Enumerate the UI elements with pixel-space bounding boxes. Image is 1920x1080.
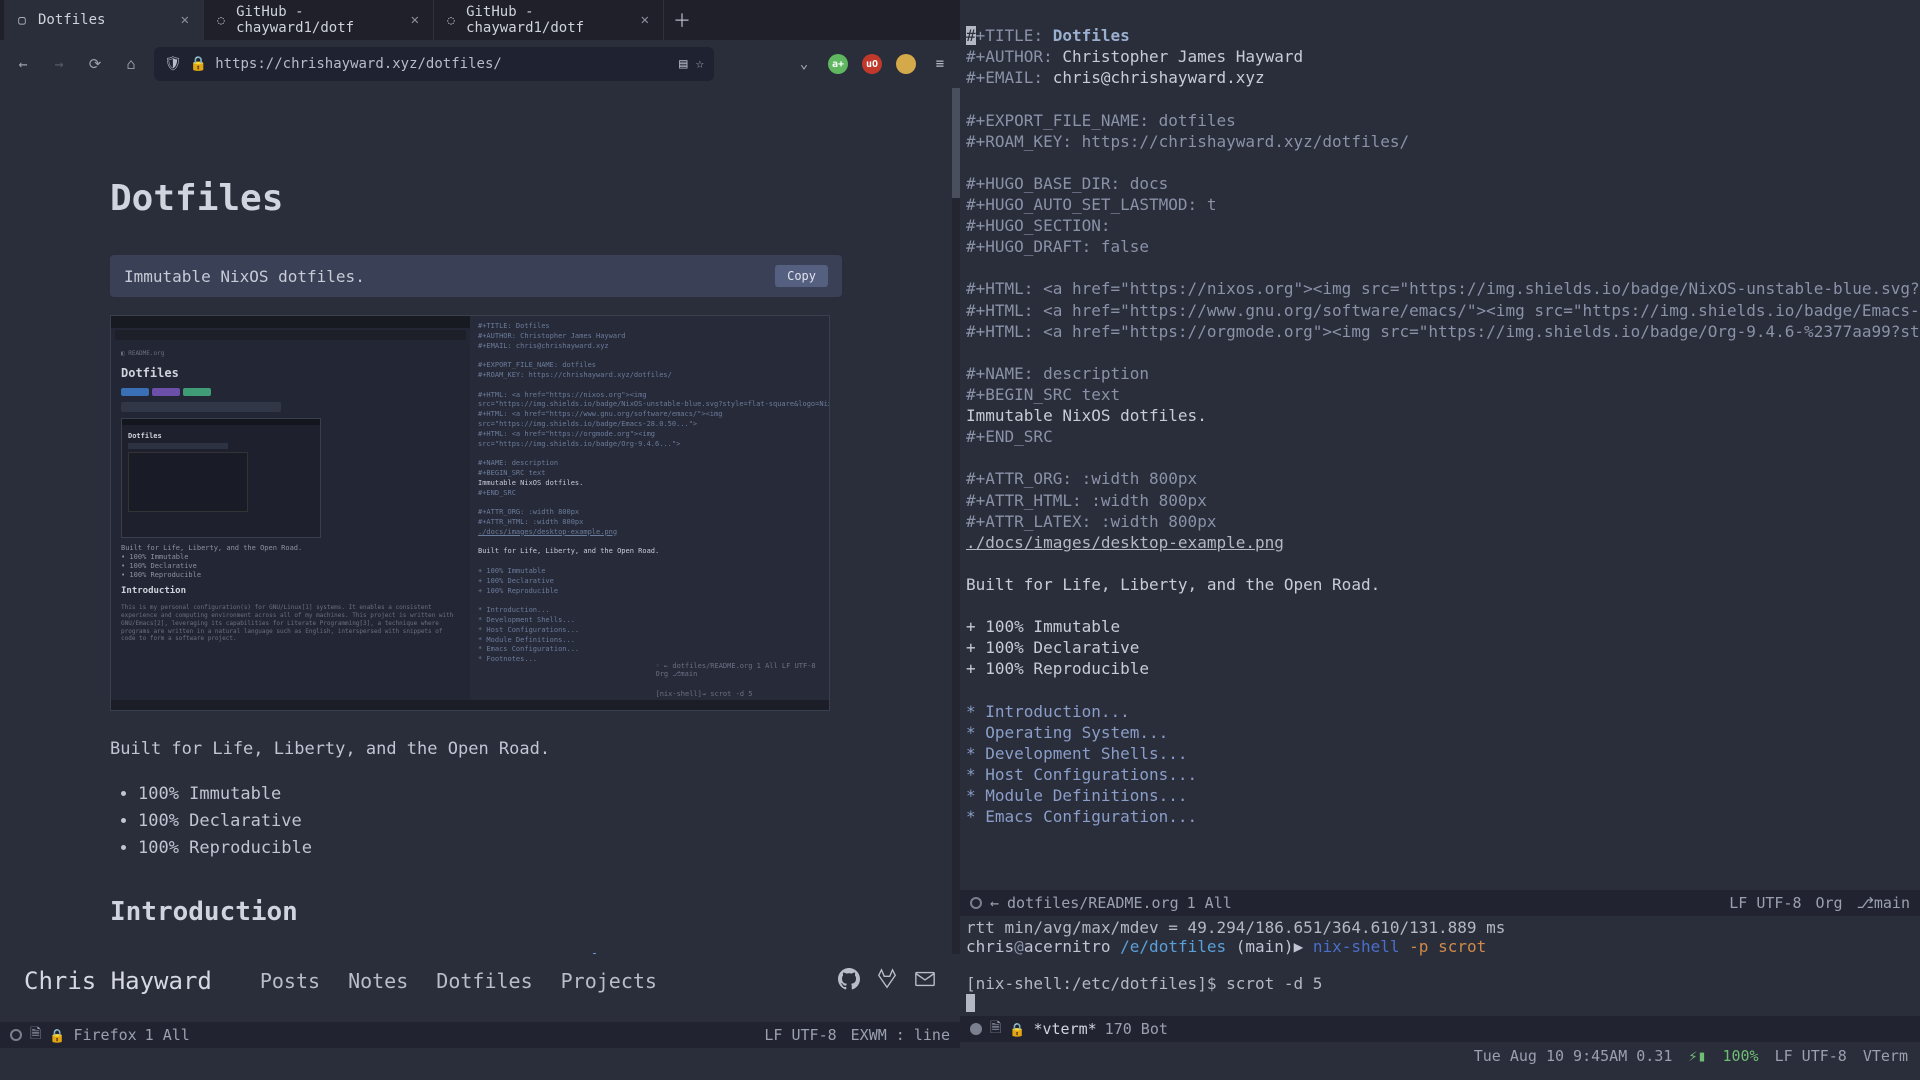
description-text: Immutable NixOS dotfiles. [124, 267, 365, 286]
home-button[interactable]: ⌂ [118, 51, 144, 77]
nav-projects[interactable]: Projects [561, 969, 657, 993]
tab-github-1[interactable]: ◌ GitHub - chayward1/dotf ✕ [204, 0, 434, 40]
mini-intro-h: Introduction [121, 586, 460, 596]
tab-dotfiles[interactable]: ▢ Dotfiles ✕ [4, 0, 204, 40]
status-datetime: Tue Aug 10 9:45AM 0.31 [1474, 1047, 1673, 1065]
modeline-buffer: Firefox [73, 1026, 136, 1044]
status-circle-filled-icon [970, 1023, 982, 1035]
browser-navbar: ← → ⟳ ⌂ 🛡 🔒 https://chrishayward.xyz/dot… [0, 40, 960, 88]
site-brand[interactable]: Chris Hayward [24, 967, 212, 995]
modeline-position: 170 Bot [1105, 1020, 1168, 1038]
new-tab-button[interactable]: ＋ [664, 0, 700, 40]
modeline-encoding: LF UTF-8 [1729, 894, 1801, 912]
battery-icon: ⚡▮ [1688, 1047, 1706, 1065]
back-button[interactable]: ← [10, 51, 36, 77]
mini-org-code: #+TITLE: Dotfiles #+AUTHOR: Christopher … [470, 316, 829, 671]
list-item: 100% Immutable [138, 781, 842, 808]
git-branch-icon: ⎇main [1857, 894, 1910, 912]
modeline-path: dotfiles/README.org [1007, 894, 1179, 912]
feature-list: 100% Immutable 100% Declarative 100% Rep… [138, 781, 842, 863]
global-statusbar: Tue Aug 10 9:45AM 0.31 ⚡▮ 100% LF UTF-8 … [960, 1043, 1920, 1069]
nav-posts[interactable]: Posts [260, 969, 320, 993]
gitlab-icon[interactable] [876, 968, 898, 995]
mail-icon[interactable] [914, 968, 936, 995]
status-encoding: LF UTF-8 [1775, 1047, 1847, 1065]
modeline-buffer: *vterm* [1033, 1020, 1096, 1038]
emacs-modeline-vterm: *vterm* 170 Bot [960, 1016, 1920, 1042]
emacs-modeline-org: ← dotfiles/README.org 1 All LF UTF-8 Org… [960, 890, 1920, 916]
vterm-output: rtt min/avg/max/mdev = 49.294/186.651/36… [966, 918, 1914, 937]
lock-icon [1009, 1020, 1025, 1038]
close-icon[interactable]: ✕ [637, 10, 653, 30]
copy-button[interactable]: Copy [775, 265, 828, 287]
modeline-mode: Org [1815, 894, 1842, 912]
scrollbar-thumb[interactable] [952, 88, 960, 198]
modeline-encoding: LF UTF-8 [764, 1026, 836, 1044]
page-scrollbar[interactable] [952, 88, 960, 976]
lock-icon: 🔒 [190, 56, 207, 72]
close-icon[interactable]: ✕ [177, 10, 193, 30]
forward-button[interactable]: → [46, 51, 72, 77]
mini-built: Built for Life, Liberty, and the Open Ro… [121, 544, 460, 553]
shield-icon: 🛡 [164, 56, 182, 72]
modeline-position: 1 All [145, 1026, 190, 1044]
tab-github-2[interactable]: ◌ GitHub - chayward1/dotf ✕ [434, 0, 664, 40]
url-bar[interactable]: 🛡 🔒 https://chrishayward.xyz/dotfiles/ ▤… [154, 47, 714, 81]
built-text: Built for Life, Liberty, and the Open Ro… [110, 739, 842, 759]
back-arrow-icon: ← [990, 894, 999, 912]
modeline-mode: EXWM : line [851, 1026, 950, 1044]
social-icons [838, 968, 936, 995]
description-box: Immutable NixOS dotfiles. Copy [110, 255, 842, 297]
right-pane-emacs: #+TITLE: Dotfiles #+AUTHOR: Christopher … [960, 0, 1920, 1080]
screenshot-image: ◧ README.org Dotfiles Dotfiles [110, 315, 830, 711]
status-circle-icon [10, 1029, 22, 1041]
github-icon: ◌ [444, 12, 458, 28]
vterm-prompt-1: chris@acernitro /e/dotfiles (main)▶ nix-… [966, 937, 1914, 956]
url-text: https://chrishayward.xyz/dotfiles/ [215, 56, 671, 72]
file-icon [30, 1023, 41, 1047]
tab-label: GitHub - chayward1/dotf [236, 4, 407, 36]
browser-tabbar: ▢ Dotfiles ✕ ◌ GitHub - chayward1/dotf ✕… [0, 0, 960, 40]
terminal-cursor [966, 994, 975, 1012]
page-content: Dotfiles Immutable NixOS dotfiles. Copy … [0, 88, 952, 976]
bookmark-star-icon[interactable]: ☆ [696, 56, 704, 72]
nav-notes[interactable]: Notes [348, 969, 408, 993]
list-item: 100% Declarative [138, 808, 842, 835]
tab-label: Dotfiles [38, 12, 105, 28]
github-icon[interactable] [838, 968, 860, 995]
org-buffer[interactable]: #+TITLE: Dotfiles #+AUTHOR: Christopher … [960, 0, 1920, 898]
tab-label: GitHub - chayward1/dotf [466, 4, 637, 36]
intro-heading: Introduction [110, 897, 842, 927]
toolbar-icons: ⌄ a+ uO ≡ [794, 54, 950, 74]
hamburger-menu-icon[interactable]: ≡ [930, 54, 950, 74]
status-battery: 100% [1722, 1047, 1758, 1065]
page-title: Dotfiles [110, 178, 842, 219]
ext-ublock-icon[interactable]: uO [862, 54, 882, 74]
close-icon[interactable]: ✕ [407, 10, 423, 30]
github-icon: ◌ [214, 12, 228, 28]
favicon-icon: ▢ [14, 12, 30, 28]
left-pane-firefox: ▢ Dotfiles ✕ ◌ GitHub - chayward1/dotf ✕… [0, 0, 960, 1048]
site-nav: Chris Hayward Posts Notes Dotfiles Proje… [0, 954, 960, 1008]
list-item: 100% Reproducible [138, 835, 842, 862]
vterm-prompt-2: [nix-shell:/etc/dotfiles]$ scrot -d 5 [966, 974, 1914, 993]
status-circle-icon [970, 897, 982, 909]
pocket-icon[interactable]: ⌄ [794, 54, 814, 74]
mini-heading: Dotfiles [121, 366, 460, 380]
modeline-position: 1 All [1187, 894, 1232, 912]
lock-icon [49, 1026, 65, 1044]
status-mode: VTerm [1863, 1047, 1908, 1065]
emacs-modeline-firefox: Firefox 1 All LF UTF-8 EXWM : line [0, 1022, 960, 1048]
reader-icon[interactable]: ▤ [679, 56, 687, 72]
ext-orange-icon[interactable] [896, 54, 916, 74]
ext-green-icon[interactable]: a+ [828, 54, 848, 74]
file-icon [990, 1017, 1001, 1041]
reload-button[interactable]: ⟳ [82, 51, 108, 77]
nav-dotfiles[interactable]: Dotfiles [436, 969, 532, 993]
